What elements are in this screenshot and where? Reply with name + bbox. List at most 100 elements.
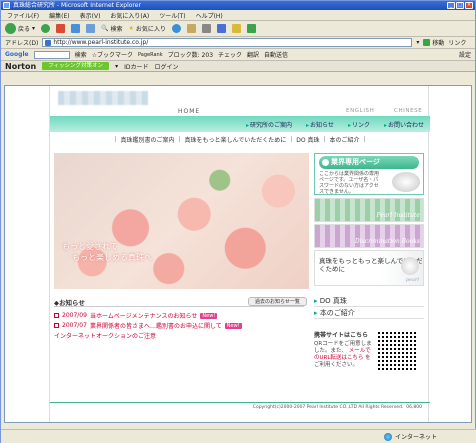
news-item[interactable]: 2007/07 業界関係者の皆さまへ…鑑別書のお申込に関して New! (54, 321, 242, 330)
search-icon: 🔍 (101, 25, 109, 32)
pearl-icon (401, 257, 419, 275)
print-icon[interactable] (201, 24, 211, 33)
google-toolbar: Google 検索 ☆ブックマーク PageRank ブロック数: 203 チェ… (1, 49, 475, 61)
qr-code-icon (378, 330, 418, 370)
nav-contact[interactable]: お問い合わせ (384, 120, 424, 129)
norton-dropdown-icon[interactable]: ▾ (115, 63, 118, 70)
home-link[interactable]: HOME (178, 108, 200, 115)
side-link-books[interactable]: 本のご紹介 (314, 308, 355, 318)
business-page-button[interactable]: 業界専用ページ (319, 156, 419, 169)
mail-icon[interactable] (186, 24, 196, 33)
spellcheck-button[interactable]: チェック (218, 50, 242, 59)
news-item[interactable]: インターネットオークションのご注意 (54, 331, 156, 340)
news-title[interactable]: 当ホームページメンテナンスのお知らせ (90, 311, 197, 320)
zone-label: インターネット (394, 434, 437, 441)
site-page: HOME ENGLISH CHINESE 研究所のご案内 お知らせ リンク お問… (49, 86, 430, 422)
enjoy-pearl-banner[interactable]: 真珠をもっともっと楽しんでいただくために pearl (314, 250, 424, 286)
status-bar: インターネット (1, 429, 476, 443)
subnav-certificate[interactable]: 真珠鑑別書のご案内 (120, 135, 174, 144)
id-card-button[interactable]: IDカード (124, 62, 148, 71)
popup-blocked-count[interactable]: ブロック数: 203 (168, 50, 213, 59)
google-bookmarks-button[interactable]: ☆ブックマーク (92, 50, 133, 59)
subnav-do-pearl[interactable]: DO 真珠 (296, 135, 319, 144)
favorites-label: お気に入り (135, 26, 166, 33)
security-zone: インターネット (383, 432, 437, 441)
new-badge: New! (224, 322, 242, 329)
close-button[interactable]: × (465, 2, 473, 9)
subnav-enjoy[interactable]: 真珠をもっと楽しんでいただくために (185, 135, 287, 144)
menu-tools[interactable]: ツール(T) (159, 11, 185, 20)
menu-edit[interactable]: 編集(E) (49, 11, 69, 20)
news-archive-button[interactable]: 過去のお知らせ一覧 (248, 297, 307, 306)
pagerank-indicator[interactable]: PageRank (138, 52, 163, 58)
hero-copy-line1: もっと愛されて (62, 242, 118, 251)
menu-favorites[interactable]: お気に入り(A) (110, 11, 149, 20)
google-search-input[interactable] (33, 50, 70, 59)
visitor-counter: 06,800 (406, 405, 422, 410)
nav-about[interactable]: 研究所のご案内 (246, 120, 292, 129)
banner1-text: Pearl Institute (376, 212, 420, 219)
minimize-button[interactable]: _ (447, 2, 455, 9)
norton-toolbar: Norton フィッシング対策オン ▾ IDカード ログイン (1, 61, 475, 72)
address-dropdown-icon[interactable]: ▾ (416, 39, 419, 46)
favorites-button[interactable]: ★ お気に入り (129, 24, 166, 33)
divider (314, 318, 424, 319)
separator: | (363, 135, 366, 143)
go-button[interactable]: 移動 (423, 38, 444, 47)
folder-icon[interactable] (231, 24, 241, 33)
sub-nav: | 真珠鑑別書のご案内 | 真珠をもっと楽しんでいただくために | DO 真珠 … (50, 134, 430, 144)
address-input[interactable]: http://www.pearl-institute.co.jp/ (42, 38, 413, 47)
pearls-image (392, 172, 420, 192)
banner3-en: pearl (405, 277, 419, 283)
english-link[interactable]: ENGLISH (346, 108, 374, 114)
stop-icon[interactable] (56, 24, 66, 33)
refresh-icon[interactable] (71, 24, 81, 33)
autofill-button[interactable]: 自動送信 (264, 50, 288, 59)
maximize-button[interactable]: □ (456, 2, 464, 9)
phishing-protection-button[interactable]: フィッシング対策オン (42, 62, 110, 70)
back-button[interactable]: 戻る ▾ (5, 23, 35, 34)
news-date: 2007/09 (62, 312, 87, 319)
messenger-icon[interactable] (246, 24, 256, 33)
edit-icon[interactable] (216, 24, 226, 33)
norton-logo: Norton (5, 61, 37, 71)
login-button[interactable]: ログイン (154, 62, 178, 71)
news-item[interactable]: 2007/09 当ホームページメンテナンスのお知らせ New! (54, 311, 218, 320)
address-label: アドレス(D) (5, 40, 39, 47)
google-search-button[interactable]: 検索 (75, 50, 87, 59)
subnav-books[interactable]: 本のご紹介 (330, 135, 360, 144)
menu-file[interactable]: ファイル(F) (7, 11, 39, 20)
ie-icon (3, 2, 10, 9)
menu-view[interactable]: 表示(V) (80, 11, 101, 20)
pearl-institute-banner[interactable]: Pearl Institute (314, 198, 424, 222)
mobile-text: QRコードをご用意しました。また、 メールでのURL転送はこちら をご利用くださ… (314, 341, 372, 369)
star-icon: ★ (128, 25, 134, 32)
nav-news[interactable]: お知らせ (306, 120, 334, 129)
links-button[interactable]: リンク (448, 38, 466, 47)
translate-button[interactable]: 翻訳 (247, 50, 259, 59)
go-label: 移動 (432, 40, 445, 47)
search-button[interactable]: 🔍 検索 (101, 24, 123, 33)
google-settings-button[interactable]: 設定 (459, 50, 471, 59)
window-title: 真珠総合研究所 - Microsoft Internet Explorer (13, 2, 141, 9)
news-title[interactable]: インターネットオークションのご注意 (54, 331, 156, 340)
page-viewport[interactable]: HOME ENGLISH CHINESE 研究所のご案内 お知らせ リンク お問… (4, 85, 472, 423)
history-icon[interactable] (171, 24, 181, 33)
side-link-do-pearl[interactable]: DO 真珠 (314, 296, 347, 306)
news-title[interactable]: 業界関係者の皆さまへ…鑑別書のお申込に関して (90, 321, 222, 330)
news-bullet-icon (54, 323, 59, 328)
discrimination-books-banner[interactable]: Discrimination Books (314, 224, 424, 248)
search-label: 検索 (110, 26, 123, 33)
back-arrow-icon (5, 23, 16, 34)
home-icon[interactable] (86, 24, 96, 33)
forward-button[interactable] (41, 24, 51, 33)
page-icon (45, 40, 52, 46)
menu-bar: ファイル(F) 編集(E) 表示(V) お気に入り(A) ツール(T) ヘルプ(… (1, 10, 475, 21)
business-page-box[interactable]: 業界専用ページ ここからは業界関係の専用ページです。ユーザ名・パスワードのない方… (314, 153, 424, 195)
google-logo: Google (5, 51, 29, 58)
separator: | (290, 135, 293, 143)
chinese-link[interactable]: CHINESE (394, 108, 422, 114)
menu-help[interactable]: ヘルプ(H) (196, 11, 223, 20)
nav-links[interactable]: リンク (348, 120, 370, 129)
site-logo[interactable] (58, 91, 148, 105)
